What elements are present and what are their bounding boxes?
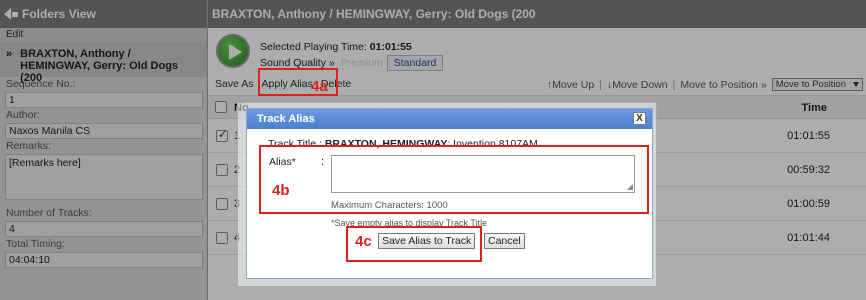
dialog-title: Track Alias [257, 113, 315, 125]
dialog-title-bar: Track Alias X [247, 109, 652, 129]
annotation-label-4a: 4a [311, 78, 328, 95]
cancel-button[interactable]: Cancel [484, 233, 525, 249]
close-icon[interactable]: X [633, 112, 646, 125]
annotation-box-4b [259, 145, 649, 214]
annotation-label-4c: 4c [355, 233, 372, 250]
annotation-label-4b: 4b [272, 182, 290, 199]
